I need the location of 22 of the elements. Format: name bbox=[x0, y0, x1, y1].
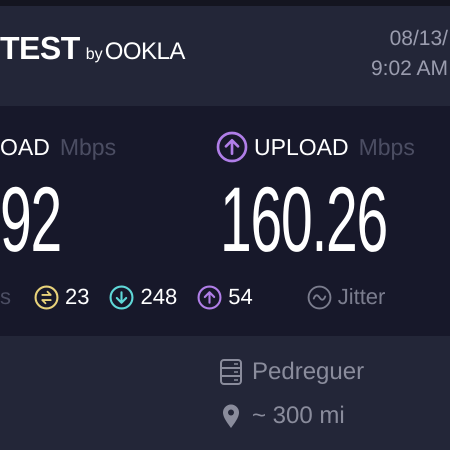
ping-value: 248 bbox=[140, 284, 178, 310]
ping-value: 23 bbox=[65, 284, 90, 310]
result-label: OAD bbox=[0, 134, 50, 160]
ping-icon bbox=[34, 284, 59, 310]
logo-brand-text: OOKLA bbox=[104, 38, 185, 66]
jitter-icon bbox=[306, 284, 332, 310]
test-time: 9:02 AM bbox=[370, 56, 448, 82]
test-date: 08/13/ bbox=[390, 26, 448, 52]
result-label: UPLOAD bbox=[254, 134, 349, 160]
speed-value: 160.26 bbox=[220, 170, 388, 270]
server-name: Pedreguer bbox=[252, 358, 364, 386]
logo-text: TEST bbox=[0, 30, 80, 67]
unit-label: Mbps bbox=[60, 134, 116, 160]
logo-by-text: by bbox=[86, 46, 103, 64]
unit-label: Mbps bbox=[358, 134, 415, 160]
speed-value: 92 bbox=[0, 170, 61, 270]
location-pin-icon bbox=[220, 403, 242, 429]
server-distance: ~ 300 mi bbox=[252, 402, 345, 430]
server-icon bbox=[220, 359, 242, 385]
ping-value: 54 bbox=[228, 284, 253, 310]
jitter-label: Jitter bbox=[338, 284, 386, 310]
ping-unit: s bbox=[0, 284, 12, 310]
